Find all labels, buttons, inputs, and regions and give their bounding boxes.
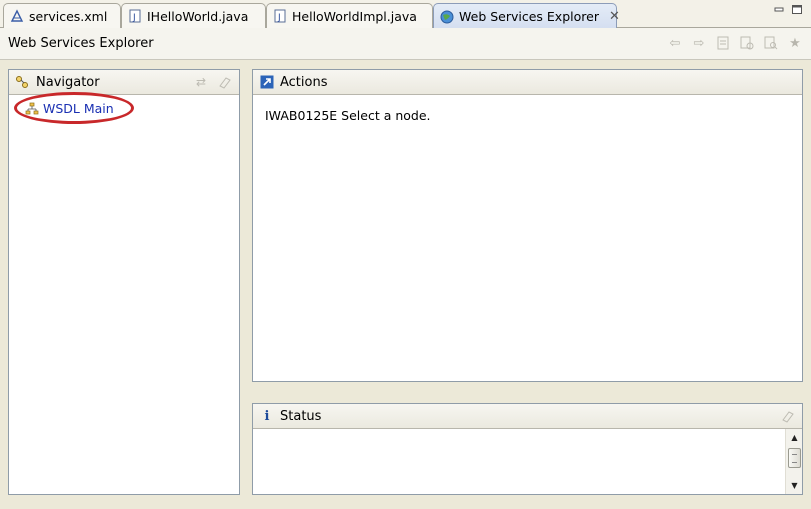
globe-icon [440, 10, 454, 24]
document-search-icon[interactable] [763, 35, 779, 51]
actions-message: IWAB0125E Select a node. [265, 108, 431, 123]
maximize-icon[interactable] [791, 4, 803, 15]
editor-tab-bar: services.xml J IHelloWorld.java J HelloW… [0, 0, 811, 29]
document-icon[interactable] [715, 35, 731, 51]
back-arrow-icon[interactable]: ⇦ [667, 35, 683, 51]
actions-header: Actions [253, 70, 802, 95]
navigator-tree: WSDL Main [9, 92, 239, 135]
view-controls [773, 4, 803, 15]
sync-arrows-icon[interactable]: ⇄ [193, 74, 209, 90]
tab-label: IHelloWorld.java [147, 8, 249, 24]
document-settings-icon[interactable] [739, 35, 755, 51]
tab-web-services-explorer[interactable]: Web Services Explorer ✕ [433, 3, 620, 29]
scroll-thumb[interactable] [788, 448, 801, 468]
svg-text:J: J [132, 13, 136, 23]
tab-ihelloworld-java[interactable]: J IHelloWorld.java [121, 3, 266, 28]
navigator-icon [15, 74, 31, 90]
status-body: ▲ ▼ [253, 429, 802, 494]
tab-helloworldimpl-java[interactable]: J HelloWorldImpl.java [266, 3, 433, 28]
tab-label: Web Services Explorer [459, 9, 599, 24]
java-file-icon: J [128, 9, 142, 23]
close-tab-icon[interactable]: ✕ [609, 9, 620, 24]
actions-arrow-icon [259, 74, 275, 90]
actions-panel: Actions IWAB0125E Select a node. [252, 69, 803, 382]
tab-services-xml[interactable]: services.xml [3, 3, 121, 28]
navigator-panel: Navigator ⇄ WSDL Main [8, 69, 240, 495]
eraser-icon[interactable] [217, 74, 233, 90]
eraser-icon[interactable] [780, 408, 796, 424]
xml-file-icon [10, 9, 24, 23]
wsdl-main-link[interactable]: WSDL Main [43, 101, 114, 116]
scroll-up-icon[interactable]: ▲ [787, 430, 802, 445]
actions-title: Actions [280, 74, 328, 90]
tab-label: HelloWorldImpl.java [292, 8, 417, 24]
info-icon: i [264, 408, 270, 424]
status-scrollbar[interactable]: ▲ ▼ [785, 429, 802, 494]
favorites-star-icon[interactable]: ★ [787, 35, 803, 51]
forward-arrow-icon[interactable]: ⇨ [691, 35, 707, 51]
navigator-header-actions: ⇄ [193, 74, 233, 90]
svg-text:J: J [277, 13, 281, 23]
status-panel: i Status ▲ ▼ [252, 403, 803, 495]
navigator-header: Navigator ⇄ [9, 70, 239, 95]
status-header-actions [780, 408, 796, 424]
navigator-title: Navigator [36, 74, 100, 90]
wsdl-tree-icon [25, 102, 39, 114]
tab-label: services.xml [29, 8, 108, 24]
java-file-icon: J [273, 9, 287, 23]
scroll-down-icon[interactable]: ▼ [787, 478, 802, 493]
minimize-icon[interactable] [773, 4, 785, 15]
explorer-toolbar: ⇦ ⇨ ★ [667, 35, 803, 51]
list-item[interactable]: WSDL Main [25, 101, 114, 116]
status-title: Status [280, 408, 322, 424]
status-header: i Status [253, 404, 802, 429]
